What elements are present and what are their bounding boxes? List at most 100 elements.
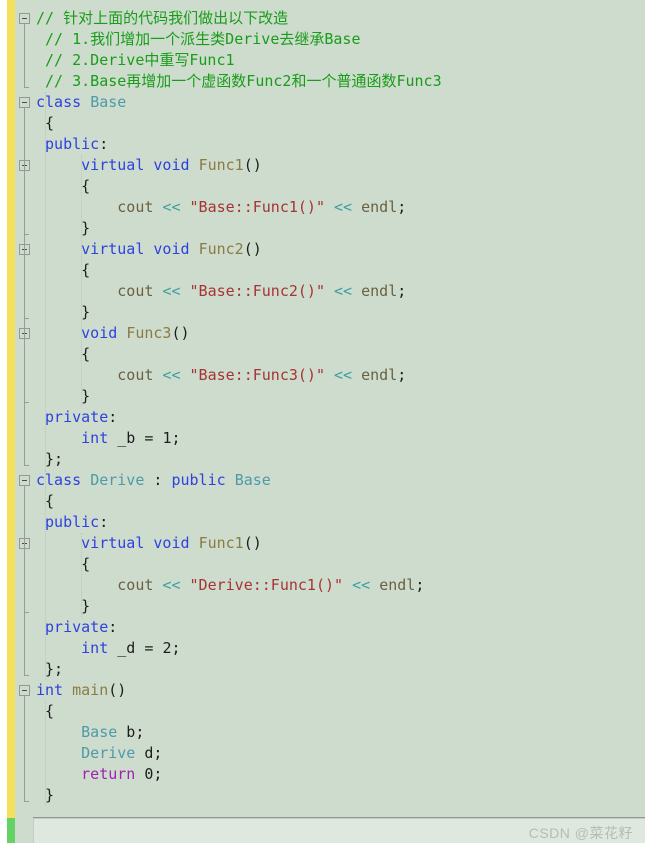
- code-line[interactable]: {: [33, 260, 645, 281]
- code-line[interactable]: {: [33, 113, 645, 134]
- indent-guide: [45, 470, 47, 680]
- fold-region-end-marker: [24, 801, 29, 802]
- code-line[interactable]: public:: [33, 134, 645, 155]
- code-token: Base: [234, 471, 271, 489]
- code-token: ;: [397, 198, 407, 216]
- code-line[interactable]: {: [33, 344, 645, 365]
- code-token: Base: [81, 723, 118, 741]
- code-token: virtual: [81, 156, 145, 174]
- code-token: class: [36, 471, 82, 489]
- code-token: b;: [117, 723, 145, 741]
- code-token: :: [108, 408, 118, 426]
- code-line[interactable]: {: [33, 554, 645, 575]
- code-token: <<: [334, 366, 353, 384]
- code-line[interactable]: {: [33, 701, 645, 722]
- code-lines[interactable]: // 针对上面的代码我们做出以下改造 // 1.我们增加一个派生类Derive去…: [33, 0, 645, 806]
- code-token: int: [36, 681, 64, 699]
- code-line[interactable]: cout << "Base::Func3()" << endl;: [33, 365, 645, 386]
- horizontal-scrollbar[interactable]: CSDN @菜花籽: [33, 818, 645, 843]
- code-token: ;: [171, 639, 181, 657]
- code-line[interactable]: class Base: [33, 92, 645, 113]
- code-line[interactable]: {: [33, 176, 645, 197]
- code-token: // 1.我们增加一个派生类Derive去继承Base: [45, 30, 361, 48]
- code-line[interactable]: int _b = 1;: [33, 428, 645, 449]
- code-line[interactable]: private:: [33, 617, 645, 638]
- code-token: void: [153, 156, 190, 174]
- code-line[interactable]: }: [33, 218, 645, 239]
- code-token: cout: [117, 576, 154, 594]
- code-line[interactable]: cout << "Derive::Func1()" << endl;: [33, 575, 645, 596]
- fold-collapse-icon[interactable]: [19, 685, 30, 696]
- code-token: void: [153, 534, 190, 552]
- code-token: Func3: [126, 324, 172, 342]
- code-line[interactable]: cout << "Base::Func1()" << endl;: [33, 197, 645, 218]
- code-token: _b: [117, 429, 136, 447]
- code-line[interactable]: // 2.Derive中重写Func1: [33, 50, 645, 71]
- code-token: endl: [361, 366, 398, 384]
- code-line[interactable]: virtual void Func1(): [33, 533, 645, 554]
- code-line[interactable]: Derive d;: [33, 743, 645, 764]
- code-line[interactable]: return 0;: [33, 764, 645, 785]
- fold-collapse-icon[interactable]: [19, 475, 30, 486]
- code-token: cout: [117, 282, 154, 300]
- code-token: Func1: [198, 534, 244, 552]
- code-token: endl: [379, 576, 416, 594]
- code-token: public: [45, 513, 100, 531]
- code-token: int: [81, 639, 109, 657]
- code-line[interactable]: {: [33, 491, 645, 512]
- code-line[interactable]: };: [33, 449, 645, 470]
- code-line[interactable]: };: [33, 659, 645, 680]
- code-line[interactable]: void Func3(): [33, 323, 645, 344]
- code-text-area[interactable]: // 针对上面的代码我们做出以下改造 // 1.我们增加一个派生类Derive去…: [33, 0, 645, 843]
- code-line[interactable]: }: [33, 386, 645, 407]
- fold-region-end-marker: [24, 234, 29, 235]
- code-line[interactable]: public:: [33, 512, 645, 533]
- code-line[interactable]: Base b;: [33, 722, 645, 743]
- code-line[interactable]: }: [33, 302, 645, 323]
- fold-region-end-marker: [24, 612, 29, 613]
- code-line[interactable]: // 1.我们增加一个派生类Derive去继承Base: [33, 29, 645, 50]
- code-line[interactable]: // 3.Base再增加一个虚函数Func2和一个普通函数Func3: [33, 71, 645, 92]
- code-token: (): [243, 534, 262, 552]
- code-token: <<: [162, 198, 181, 216]
- code-token: cout: [117, 198, 154, 216]
- code-line[interactable]: int main(): [33, 680, 645, 701]
- code-token: Func2: [198, 240, 244, 258]
- fold-collapse-icon[interactable]: [19, 13, 30, 24]
- code-line[interactable]: virtual void Func2(): [33, 239, 645, 260]
- code-token: public: [171, 471, 226, 489]
- code-line[interactable]: }: [33, 785, 645, 806]
- code-token: // 3.Base再增加一个虚函数Func2和一个普通函数Func3: [45, 72, 442, 90]
- code-line[interactable]: virtual void Func1(): [33, 155, 645, 176]
- code-line[interactable]: // 针对上面的代码我们做出以下改造: [33, 8, 645, 29]
- code-token: =: [135, 429, 163, 447]
- code-token: _d: [117, 639, 136, 657]
- fold-collapse-icon[interactable]: [19, 97, 30, 108]
- code-line[interactable]: private:: [33, 407, 645, 428]
- code-line[interactable]: class Derive : public Base: [33, 470, 645, 491]
- code-token: class: [36, 93, 82, 111]
- fold-margin[interactable]: [15, 0, 33, 843]
- code-line[interactable]: }: [33, 596, 645, 617]
- code-token: private: [45, 408, 109, 426]
- code-line[interactable]: cout << "Base::Func2()" << endl;: [33, 281, 645, 302]
- code-token: "Base::Func3()": [189, 366, 325, 384]
- code-line[interactable]: int _d = 2;: [33, 638, 645, 659]
- code-token: "Base::Func2()": [189, 282, 325, 300]
- indent-guide: [81, 155, 83, 407]
